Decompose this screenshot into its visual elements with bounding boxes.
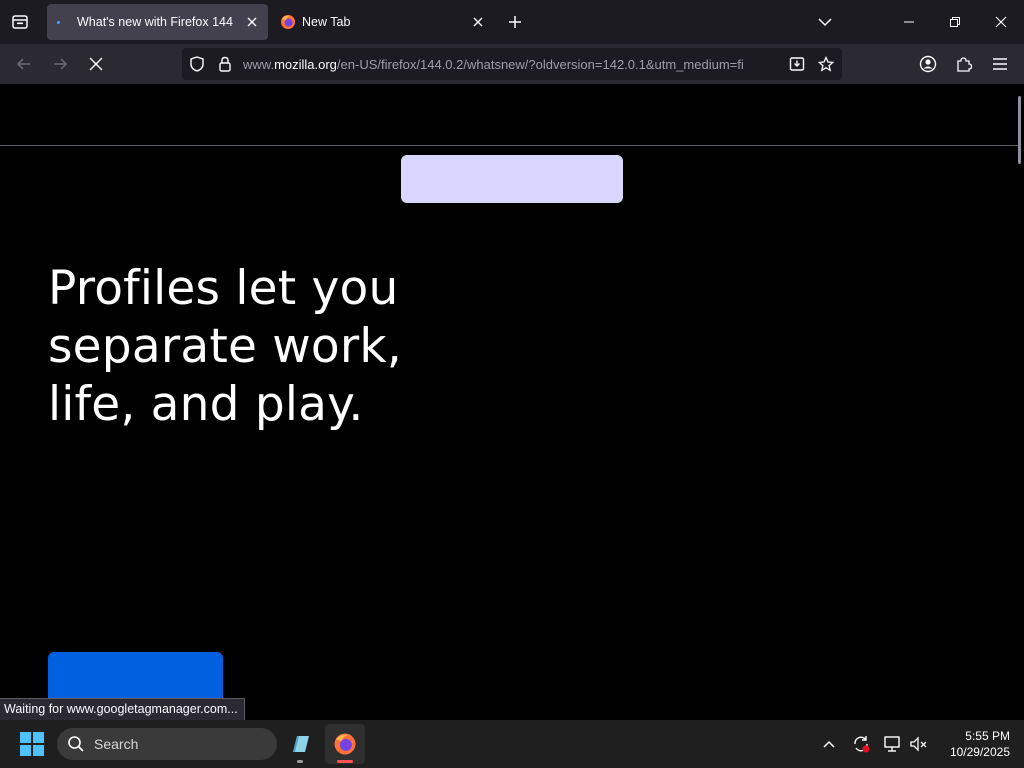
forward-button[interactable] (48, 52, 72, 76)
update-tray-icon[interactable] (850, 733, 872, 755)
system-clock[interactable]: 5:55 PM 10/29/2025 (930, 728, 1010, 760)
minimize-button[interactable] (886, 0, 932, 44)
account-icon (919, 55, 937, 73)
firefox-view-icon (12, 15, 28, 29)
clock-date: 10/29/2025 (949, 745, 1010, 759)
restore-icon (950, 17, 960, 27)
stop-loading-button[interactable] (84, 52, 108, 76)
navigation-toolbar: www.mozilla.org/en-US/firefox/144.0.2/wh… (0, 44, 1024, 84)
taskbar: Search 5:55 PM 10/29/2025 (0, 720, 1024, 768)
url-fade (757, 52, 787, 76)
firefox-view-button[interactable] (8, 10, 32, 34)
url-text[interactable]: www.mozilla.org/en-US/firefox/144.0.2/wh… (243, 57, 781, 72)
scrollbar-thumb[interactable] (1018, 96, 1021, 164)
arrow-left-icon (16, 58, 30, 70)
chevron-down-icon (818, 18, 832, 27)
url-bar[interactable]: www.mozilla.org/en-US/firefox/144.0.2/wh… (182, 48, 842, 80)
taskbar-app-files[interactable] (280, 724, 320, 764)
puzzle-icon (957, 57, 973, 72)
back-button[interactable] (12, 52, 36, 76)
volume-muted-icon[interactable] (908, 733, 930, 755)
taskbar-app-firefox[interactable] (325, 724, 365, 764)
close-tab-icon[interactable] (470, 14, 486, 30)
tab-label: What's new with Firefox 144 (77, 15, 233, 29)
tab-new-tab[interactable]: New Tab (272, 4, 494, 40)
hamburger-menu-icon (993, 58, 1007, 70)
tab-label: New Tab (302, 15, 351, 29)
taskbar-search[interactable]: Search (57, 728, 277, 760)
screen: What's new with Firefox 144 New Tab www.… (0, 0, 1024, 768)
url-path: /en-US/firefox/144.0.2/whatsnew/?oldvers… (336, 57, 744, 72)
close-tab-icon[interactable] (244, 14, 260, 30)
status-panel: Waiting for www.googletagmanager.com... (0, 698, 245, 720)
save-to-pocket-icon[interactable] (789, 56, 805, 72)
header-divider (0, 145, 1018, 146)
extensions-button[interactable] (952, 52, 976, 76)
restore-button[interactable] (932, 0, 978, 44)
tab-strip: What's new with Firefox 144 New Tab (0, 0, 1024, 44)
close-window-button[interactable] (978, 0, 1024, 44)
app-menu-button[interactable] (988, 52, 1012, 76)
close-icon (995, 16, 1007, 28)
tab-whats-new[interactable]: What's new with Firefox 144 (47, 4, 268, 40)
display-tray-icon[interactable] (882, 733, 904, 755)
arrow-right-icon (54, 58, 68, 70)
account-button[interactable] (916, 52, 940, 76)
stop-icon (89, 57, 103, 71)
search-icon (68, 736, 84, 752)
loading-indicator-icon (57, 21, 60, 24)
plus-icon (509, 16, 521, 28)
windows-start-icon[interactable] (20, 732, 44, 756)
chevron-up-icon (823, 740, 835, 748)
notepad-app-icon (293, 736, 309, 752)
lavender-button[interactable] (401, 155, 623, 203)
url-prefix: www. (243, 57, 275, 72)
active-app-indicator (337, 760, 353, 763)
show-hidden-icons-button[interactable] (818, 733, 840, 755)
lock-icon[interactable] (217, 56, 233, 72)
firefox-logo-icon (334, 733, 356, 755)
search-label: Search (94, 736, 139, 752)
running-indicator (297, 760, 303, 763)
page-headline: Profiles let you separate work, life, an… (48, 261, 402, 432)
page-content: Profiles let you separate work, life, an… (0, 84, 1024, 720)
list-all-tabs-button[interactable] (813, 10, 837, 34)
tracking-protection-shield-icon[interactable] (189, 56, 205, 72)
bookmark-star-icon[interactable] (818, 56, 834, 72)
new-tab-button[interactable] (503, 10, 527, 34)
minimize-icon (904, 21, 914, 23)
clock-time: 5:55 PM (965, 729, 1010, 743)
firefox-logo-icon (281, 15, 295, 29)
url-domain: mozilla.org (274, 57, 337, 72)
